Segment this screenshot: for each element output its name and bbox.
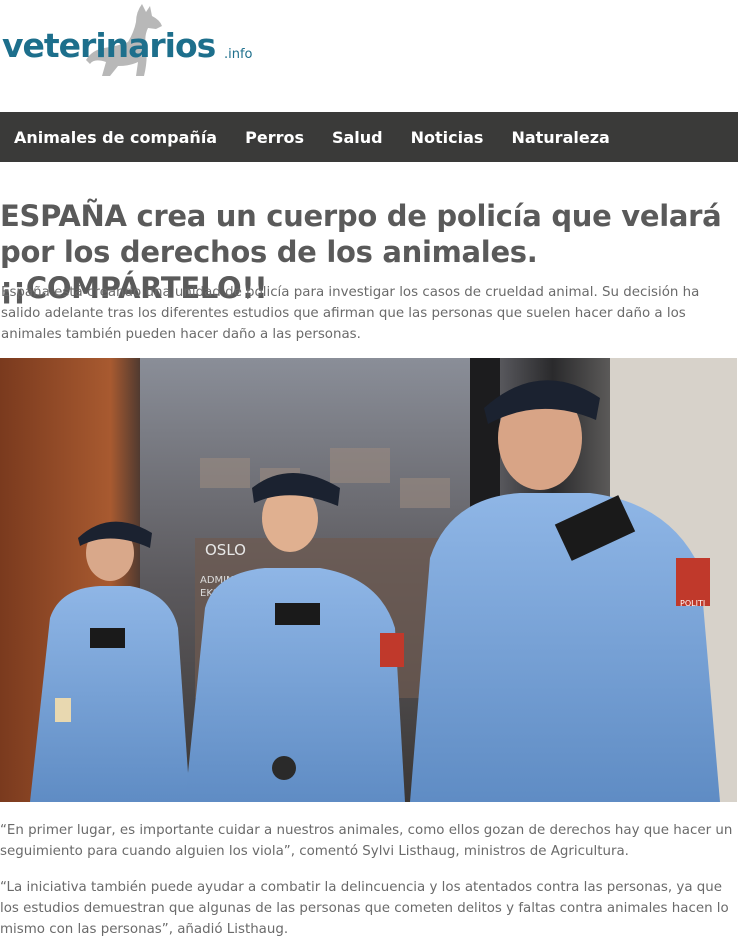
police-officers-image: OSLO ADMINISTR EKSPE PO: [0, 358, 737, 802]
main-nav: Animales de compañía Perros Salud Notici…: [0, 112, 738, 162]
nav-item-salud[interactable]: Salud: [332, 128, 383, 147]
article-paragraph: “La iniciativa también puede ayudar a co…: [0, 880, 729, 937]
logo-wordmark: veterinarios: [2, 26, 216, 65]
sign-text: OSLO: [205, 541, 246, 559]
logo-suffix: .info: [224, 47, 253, 62]
nav-item-animales[interactable]: Animales de compañía: [14, 128, 217, 147]
article-paragraph: “En primer lugar, es importante cuidar a…: [0, 823, 733, 859]
article-photo: OSLO ADMINISTR EKSPE PO: [0, 358, 737, 802]
nav-item-noticias[interactable]: Noticias: [411, 128, 484, 147]
politi-badge-text: POLITI: [680, 599, 705, 608]
article-lead: España está creando una unidad de policí…: [1, 285, 700, 342]
nav-item-perros[interactable]: Perros: [245, 128, 304, 147]
site-logo[interactable]: veterinarios .info: [2, 2, 262, 82]
nav-item-naturaleza[interactable]: Naturaleza: [511, 128, 609, 147]
site-header: veterinarios .info: [0, 0, 738, 112]
